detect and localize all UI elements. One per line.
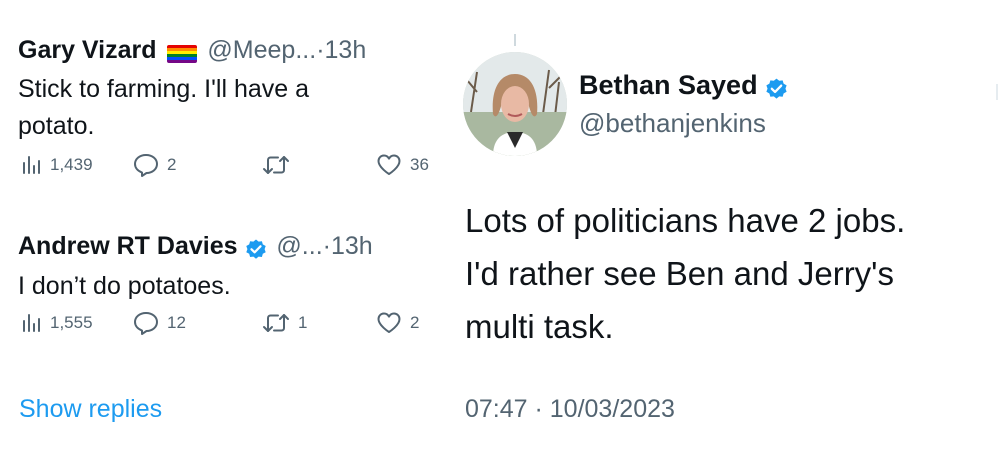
views-count: 1,439 [50, 155, 93, 174]
retweet-icon [263, 156, 289, 174]
reply-2-header: Andrew RT Davies @...·13h [18, 232, 448, 262]
retweet-button[interactable] [262, 154, 290, 176]
reply-1-text-line: potato. [18, 112, 95, 140]
verified-badge-icon [766, 78, 787, 99]
reply-2-text-line: I don’t do potatoes. [18, 271, 231, 300]
separator-dot: · [316, 36, 325, 64]
views-button[interactable]: 1,555 [20, 312, 93, 334]
like-count: 2 [410, 313, 420, 332]
reply-1-handle[interactable]: @Meep... [207, 36, 316, 64]
avatar-photo [463, 52, 567, 156]
reply-2-time[interactable]: 13h [331, 232, 373, 260]
edge-divider [996, 84, 998, 100]
main-tweet-header: Bethan Sayed @bethanjenkins [579, 70, 789, 139]
main-tweet-text: Lots of politicians have 2 jobs. I'd rat… [465, 194, 995, 353]
reply-1-text-line: Stick to farming. I'll have a [18, 75, 310, 103]
verified-badge-icon [246, 239, 266, 259]
thread-line [514, 34, 516, 46]
reply-bubble-icon [134, 154, 158, 177]
reply-2-author-name[interactable]: Andrew RT Davies [18, 232, 238, 260]
heart-icon [377, 312, 401, 333]
views-icon [23, 156, 40, 174]
reply-1-time[interactable]: 13h [325, 36, 367, 64]
main-author-name[interactable]: Bethan Sayed [579, 70, 758, 100]
rainbow-flag-icon [166, 44, 197, 63]
reply-button[interactable]: 12 [133, 311, 186, 335]
reply-button[interactable]: 2 [133, 153, 176, 177]
reply-tweet-2[interactable]: Andrew RT Davies @...·13h I don’t do pot… [18, 232, 448, 305]
reply-count: 12 [167, 313, 186, 332]
like-button[interactable]: 36 [376, 153, 429, 177]
like-count: 36 [410, 155, 429, 174]
reply-1-header: Gary Vizard @Meep...·13h [18, 36, 438, 65]
retweet-button[interactable]: 1 [262, 312, 307, 334]
reply-2-handle[interactable]: @... [276, 232, 322, 260]
views-button[interactable]: 1,439 [20, 154, 93, 176]
avatar[interactable] [463, 52, 567, 156]
main-tweet-text-line: I'd rather see Ben and Jerry's [465, 255, 894, 292]
main-tweet-text-line: Lots of politicians have 2 jobs. [465, 202, 906, 239]
retweet-icon [263, 314, 289, 332]
reply-1-text: Stick to farming. I'll have a potato. [18, 71, 438, 145]
separator-dot: · [322, 232, 331, 260]
main-tweet-timestamp[interactable]: 07:47 · 10/03/2023 [465, 395, 675, 424]
reply-2-text: I don’t do potatoes. [18, 268, 448, 305]
views-count: 1,555 [50, 313, 93, 332]
like-button[interactable]: 2 [376, 311, 419, 335]
reply-1-author-name[interactable]: Gary Vizard [18, 36, 157, 64]
show-replies-link[interactable]: Show replies [19, 395, 162, 424]
heart-icon [377, 154, 401, 175]
views-icon [23, 314, 40, 332]
retweet-count: 1 [298, 313, 308, 332]
main-tweet-text-line: multi task. [465, 308, 614, 345]
reply-bubble-icon [134, 312, 158, 335]
main-author-handle[interactable]: @bethanjenkins [579, 108, 789, 139]
reply-tweet-1[interactable]: Gary Vizard @Meep...·13h Stick to farmin… [18, 36, 438, 145]
reply-count: 2 [167, 155, 177, 174]
